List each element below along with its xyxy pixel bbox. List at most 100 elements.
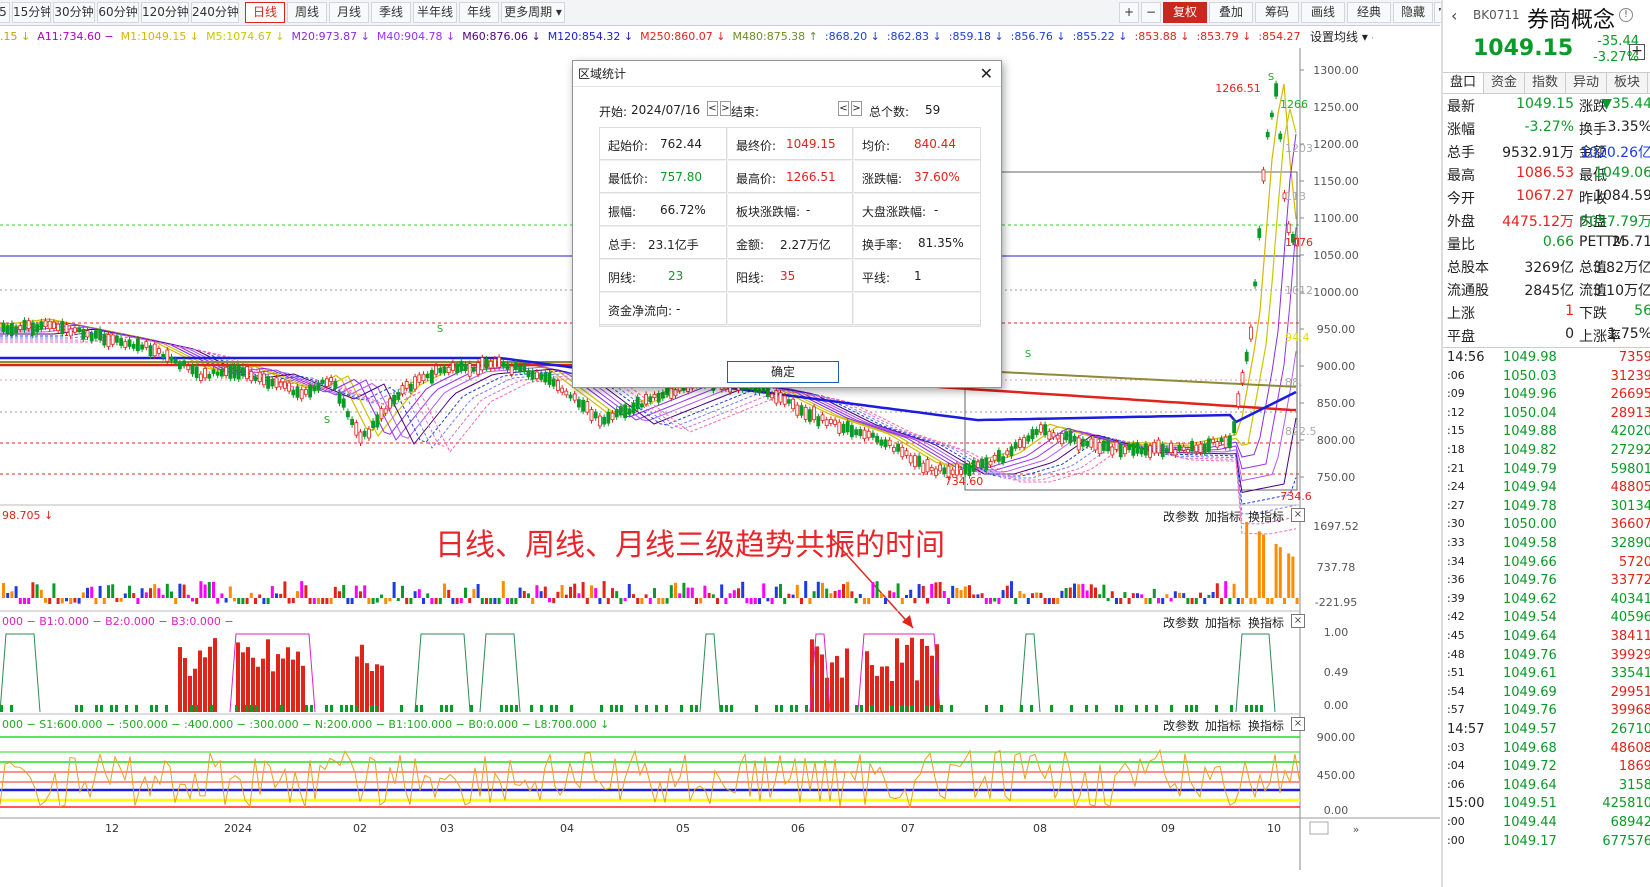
stats-cell: 阴线: 23 <box>600 260 727 292</box>
candle-body <box>261 373 266 386</box>
period-tab-9[interactable]: 半年线 <box>413 2 457 23</box>
volume-bar <box>39 589 43 598</box>
panel-swap-button[interactable]: 换指标 <box>1248 614 1284 631</box>
panel-swap-button[interactable]: 换指标 <box>1248 717 1284 734</box>
info-icon[interactable]: ! <box>1619 8 1633 22</box>
volume-bar <box>527 593 530 598</box>
panel-axis-label: 450.00 <box>1317 769 1356 782</box>
period-tab-4[interactable]: 240分钟 <box>191 2 239 23</box>
volume-bar <box>682 582 686 598</box>
dialog-close-icon[interactable]: ✕ <box>980 64 993 84</box>
resonance-small-bar <box>1095 705 1098 712</box>
panel-swap-button[interactable]: 换指标 <box>1248 508 1284 525</box>
panel-close-icon[interactable]: × <box>1291 614 1305 628</box>
resonance-small-bar <box>445 705 448 712</box>
candle-body <box>1270 112 1274 118</box>
classic-button[interactable]: 经典 <box>1347 2 1391 23</box>
zoom-out-button[interactable]: − <box>1141 2 1161 23</box>
candle-body <box>883 439 888 448</box>
period-tab-11[interactable]: 更多周期 ▾ <box>501 2 565 23</box>
next-start-button[interactable]: > <box>720 101 731 116</box>
panel-params-button[interactable]: 改参数 <box>1163 717 1199 734</box>
quote-tab-1[interactable]: 资金 <box>1484 73 1525 93</box>
period-tab-2[interactable]: 60分钟 <box>97 2 139 23</box>
period-tab-10[interactable]: 年线 <box>459 2 499 23</box>
volume-bar <box>27 598 31 604</box>
prev-start-button[interactable]: < <box>707 101 718 116</box>
volume-bar <box>493 598 497 604</box>
volume-bar <box>758 598 761 604</box>
volume-bar <box>216 598 220 604</box>
volume-bar <box>144 592 148 598</box>
period-tab-7[interactable]: 月线 <box>329 2 369 23</box>
period-tab-0[interactable]: 15分钟 <box>12 2 51 23</box>
panel-add-button[interactable]: 加指标 <box>1205 717 1241 734</box>
period-tab-5[interactable]: 日线 <box>245 2 285 23</box>
volume-bar <box>1199 592 1202 598</box>
candle-body <box>1223 436 1228 449</box>
panel-add-button[interactable]: 加指标 <box>1205 614 1241 631</box>
ok-button[interactable]: 确定 <box>727 361 839 383</box>
candle-body <box>1249 326 1253 340</box>
candle-body <box>312 385 317 392</box>
volume-bar <box>1119 598 1123 604</box>
quote-tab-0[interactable]: 盘口 <box>1443 73 1484 93</box>
tick-time: :00 <box>1447 815 1465 828</box>
candle-body <box>81 328 86 340</box>
panel-add-button[interactable]: 加指标 <box>1205 508 1241 525</box>
candle-body <box>39 321 44 330</box>
panel-axis-label: 1.00 <box>1324 626 1349 639</box>
fq-button[interactable]: 复权 <box>1163 2 1207 23</box>
stat-value: 1086.53 <box>1516 165 1574 181</box>
next-end-button[interactable]: > <box>851 101 862 116</box>
back-icon[interactable]: ‹ <box>1451 6 1457 25</box>
tick-volume: 7359 <box>1618 350 1650 365</box>
candle-body <box>627 408 632 415</box>
period-prefix[interactable]: 5 <box>0 2 10 23</box>
candle-body <box>140 344 145 350</box>
candle-body <box>219 368 224 377</box>
resonance-small-bar <box>695 705 698 712</box>
tick-price: 1050.03 <box>1503 368 1557 384</box>
start-date[interactable]: 2024/07/16 <box>631 103 700 117</box>
resonance-small-bar <box>1070 705 1073 712</box>
volume-bar <box>653 588 656 598</box>
price-axis-label: 850.00 <box>1317 397 1356 410</box>
candle-body <box>623 404 627 419</box>
hide-button[interactable]: 隐藏 <box>1393 2 1433 23</box>
candle-body <box>177 362 182 370</box>
candle-body <box>480 357 485 371</box>
zoom-in-button[interactable]: + <box>1119 2 1139 23</box>
panel-axis-label: 0.00 <box>1324 804 1349 817</box>
candle-body <box>1198 443 1203 453</box>
candle-body <box>610 412 615 421</box>
volume-bar <box>1194 598 1198 604</box>
candle-body <box>648 396 653 403</box>
chips-button[interactable]: 筹码 <box>1255 2 1299 23</box>
candle-body <box>291 389 296 396</box>
period-tab-3[interactable]: 120分钟 <box>141 2 189 23</box>
period-tab-8[interactable]: 季线 <box>371 2 411 23</box>
period-tab-6[interactable]: 周线 <box>287 2 327 23</box>
volume-bar <box>1127 598 1131 604</box>
candle-body <box>1102 440 1106 451</box>
prev-end-button[interactable]: < <box>838 101 849 116</box>
add-watch-icon[interactable]: + <box>1629 44 1645 60</box>
volume-bar <box>1005 585 1009 598</box>
volume-bar <box>23 598 26 604</box>
overlay-button[interactable]: 叠加 <box>1209 2 1253 23</box>
period-tab-1[interactable]: 30分钟 <box>53 2 95 23</box>
scroll-right-button[interactable] <box>1309 821 1329 835</box>
resonance-small-bar <box>900 705 903 712</box>
candle-body <box>1072 436 1077 442</box>
quote-tab-2[interactable]: 指数 <box>1525 73 1566 93</box>
quote-tab-3[interactable]: 异动 <box>1566 73 1607 93</box>
panel-close-icon[interactable]: × <box>1291 508 1305 522</box>
draw-line-button[interactable]: 画线 <box>1301 2 1345 23</box>
panel-close-icon[interactable]: × <box>1291 717 1305 731</box>
ma-settings-button[interactable]: 设置均线 ▾ <box>1306 27 1372 47</box>
panel-params-button[interactable]: 改参数 <box>1163 614 1199 631</box>
chevron-down-icon: ▾ <box>1361 30 1368 44</box>
quote-tab-4[interactable]: 板块 <box>1607 73 1648 93</box>
panel-params-button[interactable]: 改参数 <box>1163 508 1199 525</box>
